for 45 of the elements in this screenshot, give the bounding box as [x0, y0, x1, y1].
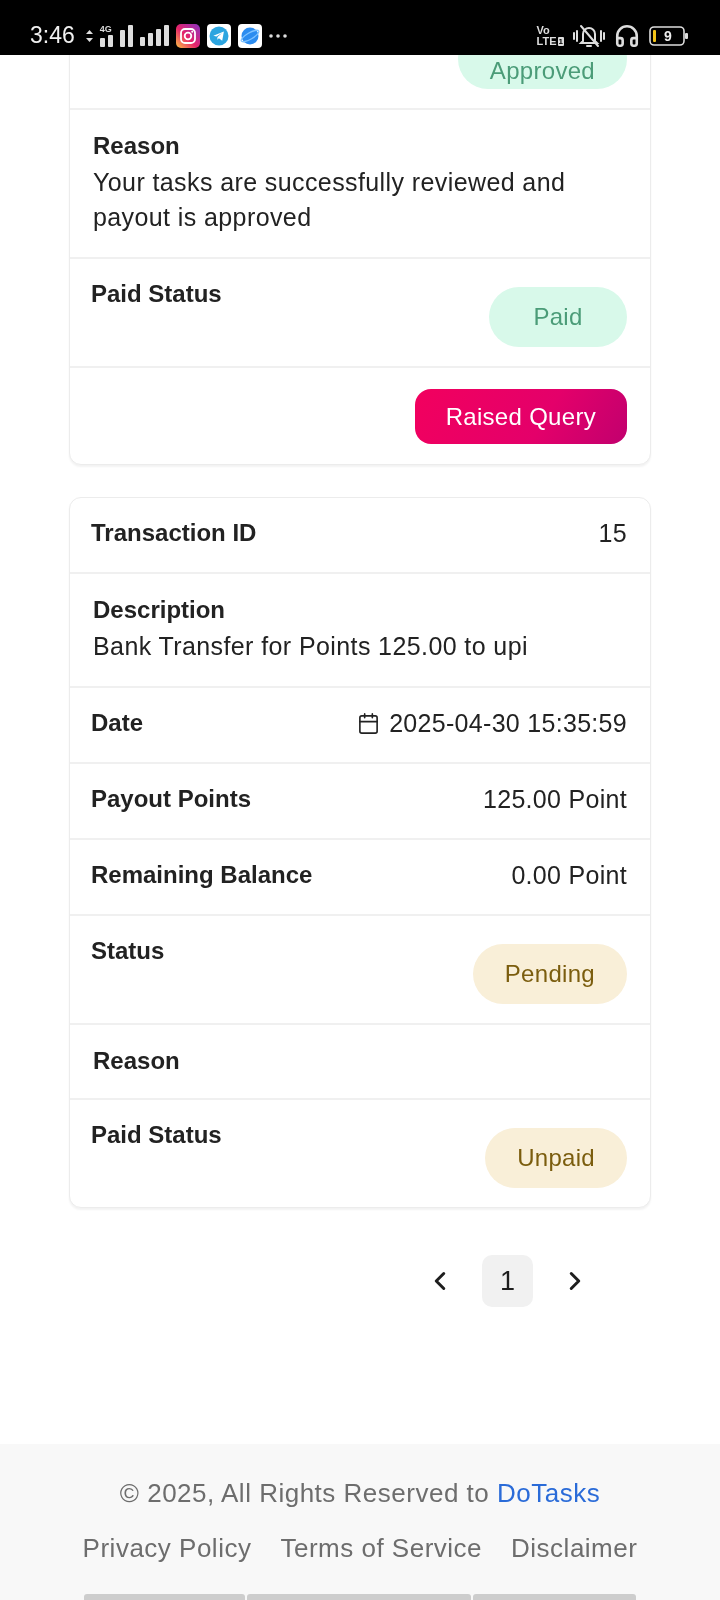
- status-badge: Pending: [472, 944, 627, 1004]
- page-button[interactable]: 1: [482, 1255, 533, 1307]
- site-link[interactable]: DoTasks: [497, 1478, 601, 1508]
- status-badge: Approved: [457, 55, 627, 89]
- field-label: Paid Status: [91, 279, 222, 309]
- signal-icon: [139, 25, 169, 46]
- muted-bell-icon: [573, 23, 605, 48]
- camera-app-icon: [175, 23, 200, 48]
- field-label: Reason: [93, 131, 180, 161]
- battery-icon: [649, 25, 689, 46]
- status-badge: Unpaid: [485, 1128, 627, 1188]
- field-label: Remaining Balance: [91, 860, 313, 890]
- field-value: 0.00 Point: [511, 860, 627, 890]
- calendar-icon: [357, 711, 381, 735]
- field-value: 125.00 Point: [483, 784, 627, 814]
- footer-link[interactable]: Disclaimer: [511, 1531, 638, 1565]
- field-label: Date: [91, 708, 144, 738]
- volte-text: LTE: [536, 35, 557, 47]
- field-label: Status: [91, 936, 165, 966]
- status-badge: Paid: [489, 287, 627, 347]
- field-label: Reason: [93, 1046, 180, 1076]
- headphones-icon: [614, 22, 640, 49]
- field-label: Description: [93, 595, 226, 625]
- copyright-text: © 2025, All Rights Reserved to DoTasks: [119, 1477, 601, 1510]
- volte-text: Vo: [536, 24, 550, 36]
- paper-plane-app-icon: [206, 23, 231, 48]
- field-value: 15: [598, 518, 627, 548]
- field-label: Paid Status: [91, 1120, 222, 1150]
- raised-query-button[interactable]: Raised Query: [414, 389, 627, 444]
- field-label: Payout Points: [91, 784, 252, 814]
- signal-bars-icon: [99, 34, 113, 47]
- footer-link[interactable]: Privacy Policy: [82, 1531, 252, 1565]
- date-value: 2025-04-30 15:35:59: [389, 708, 627, 738]
- footer-link[interactable]: Terms of Service: [280, 1531, 483, 1565]
- field-value: Bank Transfer for Points 125.00 to upi: [93, 631, 528, 662]
- clock-time: 3:46: [30, 22, 75, 49]
- more-icon: [268, 33, 287, 38]
- data-arrows-icon: [85, 29, 93, 42]
- planet-app-icon: [237, 23, 262, 48]
- signal-bars-icon: [119, 24, 133, 47]
- field-label: Transaction ID: [91, 518, 257, 548]
- field-value: Your tasks are successfully reviewed and payout is approved: [93, 167, 567, 233]
- battery-level-text: 9: [664, 27, 672, 44]
- sim-slot-text: 1: [557, 36, 564, 46]
- network-type-text: 4G: [99, 24, 112, 34]
